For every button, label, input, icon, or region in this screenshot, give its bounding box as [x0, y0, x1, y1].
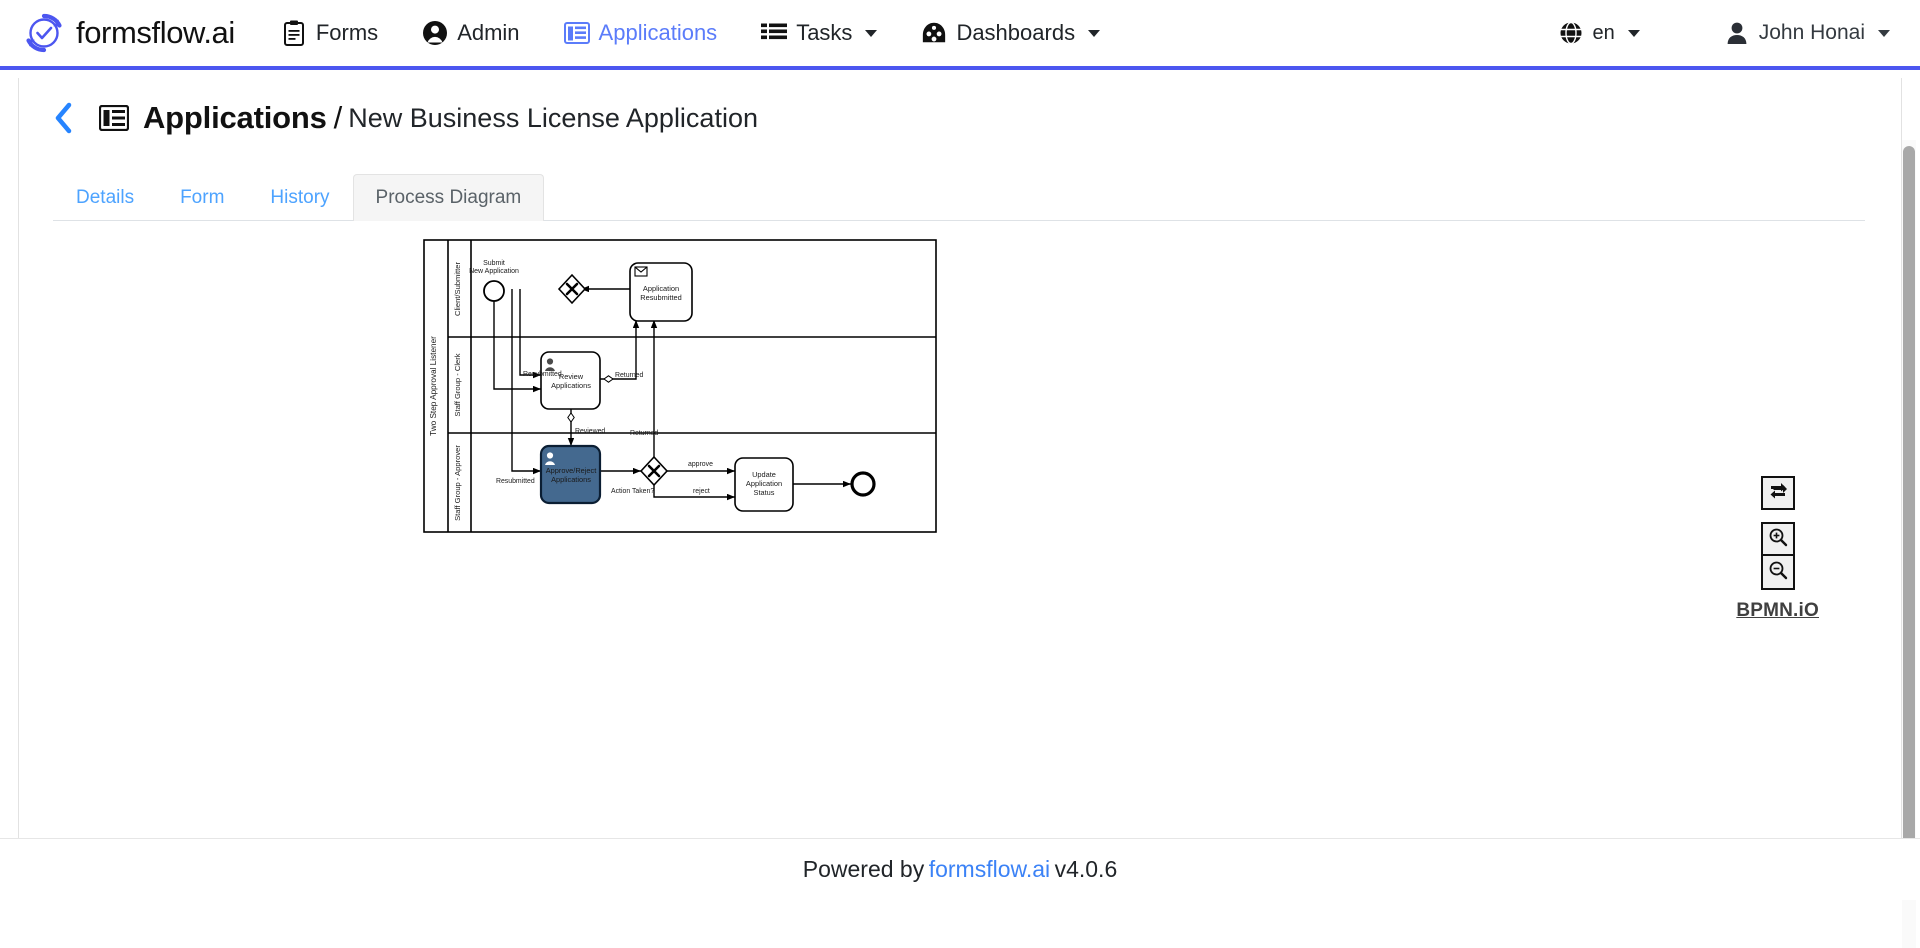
bpmn-task-label-1: Approve/Reject	[546, 466, 597, 475]
chevron-down-icon	[1878, 30, 1890, 37]
zoom-button-group	[1761, 522, 1795, 590]
bpmn-task-update-application-status[interactable]: Update Application Status	[735, 458, 793, 511]
bpmn-flow-label-returned-approver: Returned	[630, 430, 659, 437]
bpmn-end-event[interactable]	[852, 473, 874, 495]
user-circle-icon	[422, 20, 448, 46]
page-header: Applications / New Business License Appl…	[19, 78, 1901, 136]
chevron-down-icon	[1628, 30, 1640, 37]
bpmn-task-review-applications[interactable]: Review Applications	[541, 352, 600, 409]
nav-item-label: Dashboards	[956, 20, 1075, 46]
page-subtitle: New Business License Application	[348, 103, 758, 134]
content-card: Applications / New Business License Appl…	[18, 78, 1902, 848]
bpmn-task-label-2: Application	[746, 479, 782, 488]
bpmn-start-event-label-1: Submit	[483, 260, 505, 267]
footer-version: v4.0.6	[1055, 856, 1118, 883]
nav-item-dashboards[interactable]: Dashboards	[921, 20, 1100, 46]
bpmn-task-approve-reject-applications[interactable]: Approve/Reject Applications	[541, 446, 600, 503]
tab-bar: Details Form History Process Diagram	[53, 174, 1865, 221]
nav-right-group: en John Honai	[1474, 0, 1920, 66]
chevron-left-icon[interactable]	[51, 101, 77, 135]
zoom-in-icon	[1768, 527, 1788, 552]
reset-zoom-button[interactable]	[1761, 476, 1795, 510]
tasks-list-icon	[761, 20, 787, 46]
scrollbar-thumb[interactable]	[1903, 146, 1915, 862]
user-menu[interactable]: John Honai	[1724, 20, 1890, 46]
nav-item-applications[interactable]: Applications	[564, 20, 718, 46]
tab-form[interactable]: Form	[157, 174, 247, 221]
bpmn-flow-label-returned-clerk: Returned	[615, 372, 644, 379]
form-list-icon	[281, 20, 307, 46]
zoom-out-icon	[1768, 560, 1788, 585]
bpmn-start-event[interactable]	[484, 281, 504, 301]
nav-item-admin[interactable]: Admin	[422, 20, 519, 46]
bpmn-task-label-1: Update	[752, 470, 776, 479]
nav-item-label: Forms	[316, 20, 378, 46]
bpmn-lane-label-approver: Staff Group - Approver	[453, 445, 462, 521]
nav-item-label: Applications	[599, 20, 718, 46]
nav-item-tasks[interactable]: Tasks	[761, 20, 877, 46]
page-body: Applications / New Business License Appl…	[0, 70, 1920, 900]
bpmn-lane-label-clerk: Staff Group - Clerk	[453, 353, 462, 416]
tab-details[interactable]: Details	[53, 174, 157, 221]
language-label: en	[1593, 22, 1615, 45]
globe-icon	[1558, 20, 1584, 46]
applications-list-icon	[564, 20, 590, 46]
bpmn-flow-label-reject: reject	[693, 488, 710, 495]
bpmn-flow-label-resubmitted-approver: Resubmitted	[496, 478, 535, 485]
zoom-out-button[interactable]	[1761, 556, 1795, 590]
chevron-down-icon	[1088, 30, 1100, 37]
reset-arrows-icon	[1768, 481, 1788, 506]
dashboard-gauge-icon	[921, 20, 947, 46]
page-title: Applications	[143, 100, 327, 136]
bpmn-task-application-resubmitted[interactable]: Application Resubmitted	[630, 263, 692, 321]
bpmn-task-label-2: Resubmitted	[640, 293, 682, 302]
bpmn-flow-label-resubmitted-clerk: Resubmitted	[523, 371, 562, 378]
bpmn-task-label-3: Status	[754, 488, 775, 497]
bpmn-task-label-1: Review	[559, 372, 584, 381]
page-scrollbar[interactable]	[1902, 140, 1916, 948]
bpmn-io-logo-link[interactable]: BPMN.iO	[1736, 600, 1819, 622]
chevron-down-icon	[865, 30, 877, 37]
bpmn-flow-label-action-taken: Action Taken?	[611, 488, 654, 495]
applications-list-icon	[99, 105, 129, 131]
tab-process-diagram[interactable]: Process Diagram	[353, 174, 545, 221]
bpmn-task-label-1: Application	[643, 284, 679, 293]
brand-logo-link[interactable]: formsflow.ai	[22, 11, 235, 55]
user-name-label: John Honai	[1759, 21, 1865, 45]
bpmn-flow-label-reviewed: Reviewed	[575, 428, 605, 435]
bpmn-task-label-2: Applications	[551, 475, 591, 484]
bpmn-task-label-2: Applications	[551, 381, 591, 390]
process-diagram-canvas[interactable]: Two Step Approval Listener Client/Submit…	[53, 221, 1865, 781]
nav-item-label: Admin	[457, 20, 519, 46]
nav-item-forms[interactable]: Forms	[281, 20, 378, 46]
nav-items: Forms Admin Ap	[281, 20, 1144, 46]
bpmn-lane-label-client: Client/Submitter	[453, 262, 462, 316]
bpmn-flow-label-approve: approve	[688, 461, 713, 468]
bpmn-pool-label: Two Step Approval Listener	[429, 336, 438, 436]
bpmn-diagram[interactable]: Two Step Approval Listener Client/Submit…	[423, 239, 943, 539]
page-footer: Powered by formsflow.ai v4.0.6	[0, 838, 1920, 900]
brand-name: formsflow.ai	[76, 15, 235, 51]
tab-history[interactable]: History	[247, 174, 352, 221]
language-selector[interactable]: en	[1558, 20, 1640, 46]
top-navbar: formsflow.ai Forms	[0, 0, 1920, 70]
bpmn-controls: BPMN.iO	[1736, 476, 1819, 622]
footer-powered-by: Powered by	[803, 856, 924, 883]
footer-formsflow-link[interactable]: formsflow.ai	[929, 856, 1050, 883]
bpmn-start-event-label-2: New Application	[469, 268, 519, 275]
nav-item-label: Tasks	[796, 20, 852, 46]
user-icon	[1724, 20, 1750, 46]
breadcrumb-separator: /	[334, 100, 343, 136]
refresh-check-logo-icon	[22, 11, 66, 55]
zoom-in-button[interactable]	[1761, 522, 1795, 556]
